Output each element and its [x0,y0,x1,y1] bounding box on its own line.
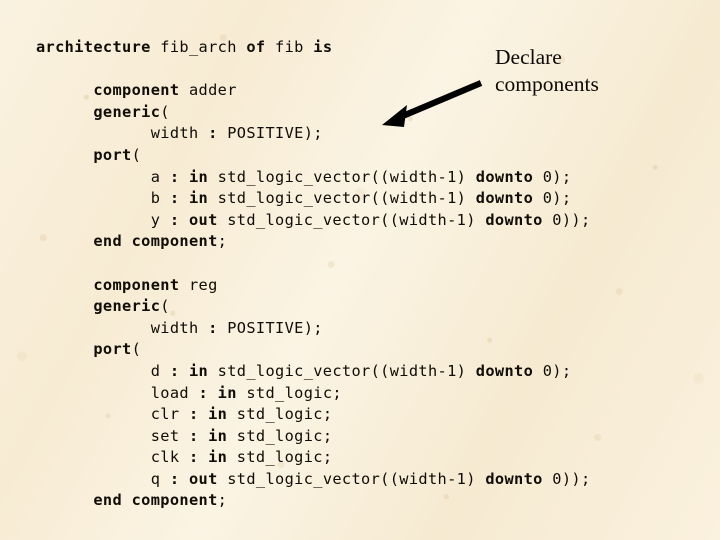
punct-colon: : [169,361,180,380]
keyword-downto: downto [485,469,543,488]
keyword-downto: downto [475,189,534,208]
code-line-reg-end: end component; [93,491,228,510]
code-line-adder-port: port( [93,145,142,164]
slide-canvas: architecture fib_arch of fib is componen… [0,0,720,540]
type-std-logic: std_logic [236,448,323,467]
type-std-logic: std_logic [236,426,323,445]
punct-colon: : [169,469,180,488]
keyword-end-component: end component [93,491,218,510]
code-line-reg-port-load: load : in std_logic; [150,383,342,402]
type-std-logic-vector: std_logic_vector [217,189,371,208]
code-line-adder-generic-width: width : POSITIVE); [150,124,323,143]
punct-colon: : [169,189,180,208]
code-line-reg-port-set: set : in std_logic; [150,426,333,445]
keyword-downto: downto [475,167,534,186]
keyword-port: port [93,145,132,164]
keyword-downto: downto [475,361,534,380]
punct-colon: : [198,383,209,402]
code-line-adder-port-a: a : in std_logic_vector((width-1) downto… [150,167,572,186]
keyword-in: in [208,448,228,467]
code-line-adder-port-y: y : out std_logic_vector((width-1) downt… [150,210,591,229]
identifier-fib-arch: fib_arch [160,38,237,56]
port-set: set [150,426,180,445]
keyword-out: out [188,469,218,488]
port-d: d [150,361,161,380]
code-line-reg-port-q: q : out std_logic_vector((width-1) downt… [150,469,591,488]
code-line-component-adder: component adder [36,81,237,99]
port-b: b [150,189,161,208]
code-line-reg-generic: generic( [93,297,170,316]
port-clk: clk [150,448,180,467]
vhdl-code-block: architecture fib_arch of fib is componen… [36,37,591,512]
code-line-component-reg: component reg [36,276,218,294]
identifier-reg: reg [188,275,218,294]
type-std-logic: std_logic [246,383,333,402]
keyword-generic: generic [93,297,161,316]
keyword-in: in [188,189,209,208]
keyword-out: out [188,210,218,229]
keyword-port: port [93,340,132,359]
identifier-width: width [389,189,438,208]
port-q: q [150,469,161,488]
identifier-adder: adder [188,81,237,100]
keyword-is: is [313,38,333,56]
identifier-fib: fib [275,38,304,56]
keyword-in: in [208,426,228,445]
punct-colon: : [208,124,218,143]
keyword-component: component [93,275,180,294]
port-y: y [150,210,161,229]
type-std-logic-vector: std_logic_vector [227,469,381,488]
code-line-architecture: architecture fib_arch of fib is [36,38,332,56]
keyword-in: in [217,383,237,402]
punct-colon: : [188,448,199,467]
port-load: load [150,383,189,402]
code-line-reg-port: port( [93,340,142,359]
identifier-width: width [150,318,199,337]
keyword-component: component [93,81,180,100]
type-positive: POSITIVE [227,124,304,143]
punct-colon: : [169,167,180,186]
punct-colon: : [169,210,180,229]
punct-colon: : [188,426,199,445]
identifier-width: width [399,210,448,229]
punct-colon: : [188,405,199,424]
type-std-logic-vector: std_logic_vector [217,361,371,380]
port-a: a [150,167,161,186]
type-std-logic: std_logic [236,405,323,424]
identifier-width: width [150,124,199,143]
type-std-logic-vector: std_logic_vector [227,210,381,229]
code-line-reg-port-d: d : in std_logic_vector((width-1) downto… [150,361,572,380]
identifier-width: width [399,469,448,488]
code-line-reg-port-clr: clr : in std_logic; [150,405,333,424]
keyword-in: in [188,361,209,380]
code-line-adder-end: end component; [93,232,228,251]
keyword-downto: downto [485,210,543,229]
code-line-adder-generic: generic( [93,102,170,121]
type-positive: POSITIVE [227,318,304,337]
keyword-end-component: end component [93,232,218,251]
keyword-of: of [246,38,266,56]
type-std-logic-vector: std_logic_vector [217,167,371,186]
punct-colon: : [208,318,218,337]
keyword-architecture: architecture [36,38,151,56]
callout-text: Declare components [495,45,599,96]
keyword-in: in [208,405,228,424]
keyword-generic: generic [93,102,161,121]
code-line-reg-port-clk: clk : in std_logic; [150,448,333,467]
identifier-width: width [389,361,438,380]
keyword-in: in [188,167,209,186]
code-line-adder-port-b: b : in std_logic_vector((width-1) downto… [150,189,572,208]
identifier-width: width [389,167,438,186]
code-line-reg-generic-width: width : POSITIVE); [150,318,323,337]
port-clr: clr [150,405,180,424]
